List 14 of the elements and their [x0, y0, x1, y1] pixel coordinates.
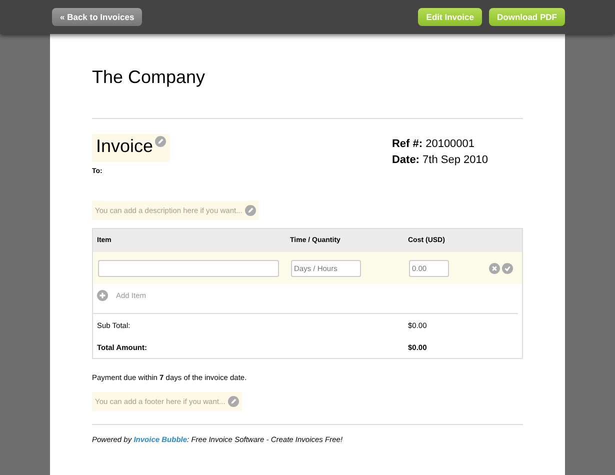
invoice-title: Invoice [96, 136, 154, 157]
reference-number: Ref #: 20100001 [392, 137, 476, 152]
check-icon[interactable] [502, 262, 513, 274]
invoice-date: Date: 7th Sep 2010 [392, 153, 488, 168]
pencil-icon[interactable] [245, 205, 256, 216]
action-button[interactable]: Edit Invoice [418, 8, 482, 26]
remove-icon[interactable] [489, 262, 500, 274]
item-input[interactable] [98, 260, 279, 276]
pencil-icon[interactable] [155, 136, 166, 147]
back-button[interactable]: « Back to Invoices [52, 8, 142, 26]
pencil-icon[interactable] [228, 396, 240, 407]
action-button[interactable]: Download PDF [489, 8, 565, 26]
company-name: The Company [92, 34, 523, 119]
add-icon[interactable] [97, 290, 108, 301]
